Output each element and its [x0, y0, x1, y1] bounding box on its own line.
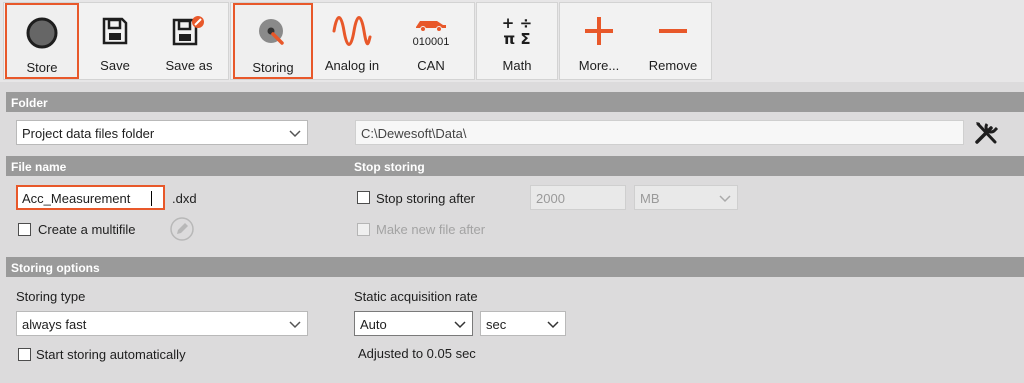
toolbar: Store Save Save as Storing Analog in 010…	[0, 0, 1024, 82]
store-button-label: Store	[26, 60, 58, 75]
file-name-section-title: File name	[11, 160, 67, 174]
save-as-button[interactable]: Save as	[153, 3, 225, 79]
file-name-section-header: File name Stop storing	[6, 156, 1024, 176]
make-new-file-checkbox[interactable]	[357, 223, 370, 236]
floppy-disk-edit-icon	[153, 11, 225, 51]
acquisition-rate-unit-value: sec	[486, 317, 507, 332]
more-button-label: More...	[578, 58, 620, 73]
file-name-value: Acc_Measurement	[22, 191, 131, 206]
start-storing-auto-checkbox[interactable]	[18, 348, 31, 361]
acquisition-rate-value: Auto	[360, 317, 387, 332]
folder-type-value: Project data files folder	[22, 126, 155, 141]
storing-type-value: always fast	[22, 317, 87, 332]
minus-icon	[638, 11, 708, 51]
adjusted-rate-text: Adjusted to 0.05 sec	[358, 346, 476, 361]
chevron-down-icon	[454, 321, 466, 329]
start-storing-auto-label: Start storing automatically	[36, 347, 186, 362]
chevron-down-icon	[289, 130, 301, 138]
plus-icon	[563, 11, 635, 51]
more-button[interactable]: More...	[563, 3, 635, 79]
stop-after-unit-value: MB	[640, 191, 660, 206]
remove-button-label: Remove	[648, 58, 698, 73]
acquisition-rate-label: Static acquisition rate	[354, 289, 478, 304]
text-cursor	[151, 191, 152, 206]
can-data-caption: 010001	[412, 36, 450, 48]
chevron-down-icon	[547, 321, 559, 329]
sine-wave-icon	[316, 11, 388, 51]
stop-after-value: 2000	[536, 191, 565, 206]
can-button[interactable]: 010001 CAN	[394, 3, 468, 79]
tools-icon[interactable]	[973, 120, 1001, 146]
storing-disk-icon	[235, 13, 311, 53]
floppy-disk-icon	[82, 11, 148, 51]
store-button[interactable]: Store	[5, 3, 79, 79]
math-button-label: Math	[502, 58, 532, 73]
create-multifile-checkbox[interactable]	[18, 223, 31, 236]
analog-in-button-label: Analog in	[324, 58, 380, 73]
pi-symbol: π	[503, 30, 516, 48]
stop-storing-after-label: Stop storing after	[376, 191, 475, 206]
stop-after-value-input[interactable]: 2000	[530, 185, 626, 210]
file-name-input[interactable]: Acc_Measurement	[16, 185, 165, 210]
acquisition-rate-unit-select[interactable]: sec	[480, 311, 566, 336]
chevron-down-icon	[289, 321, 301, 329]
storing-type-label: Storing type	[16, 289, 86, 304]
make-new-file-label: Make new file after	[376, 222, 486, 237]
car-can-icon	[394, 13, 468, 35]
chevron-down-icon	[719, 195, 731, 203]
acquisition-rate-select[interactable]: Auto	[354, 311, 473, 336]
folder-path-value: C:\Dewesoft\Data\	[361, 126, 467, 141]
storing-options-section-header: Storing options	[6, 257, 1024, 277]
stop-after-unit-select[interactable]: MB	[634, 185, 738, 210]
folder-type-select[interactable]: Project data files folder	[16, 120, 308, 145]
remove-button[interactable]: Remove	[638, 3, 708, 79]
stop-storing-section-title: Stop storing	[354, 160, 425, 174]
save-as-button-label: Save as	[165, 58, 213, 73]
sigma-symbol: Σ	[520, 30, 531, 48]
record-circle-icon	[7, 13, 77, 53]
save-button[interactable]: Save	[82, 3, 148, 79]
folder-path-field[interactable]: C:\Dewesoft\Data\	[355, 120, 964, 145]
storing-button[interactable]: Storing	[233, 3, 313, 79]
math-button[interactable]: + ÷ π Σ Math	[479, 3, 555, 79]
can-button-label: CAN	[417, 58, 445, 73]
save-button-label: Save	[100, 58, 130, 73]
storing-options-section-title: Storing options	[11, 261, 100, 275]
storing-type-select[interactable]: always fast	[16, 311, 308, 336]
math-operators-icon: + ÷ π Σ	[479, 11, 555, 51]
file-extension: .dxd	[172, 191, 197, 206]
storing-button-label: Storing	[252, 60, 294, 75]
folder-section-title: Folder	[11, 96, 48, 110]
folder-section-header: Folder	[6, 92, 1024, 112]
analog-in-button[interactable]: Analog in	[316, 3, 388, 79]
stop-storing-after-checkbox[interactable]	[357, 191, 370, 204]
edit-pencil-icon[interactable]	[170, 217, 194, 241]
create-multifile-label: Create a multifile	[38, 222, 136, 237]
